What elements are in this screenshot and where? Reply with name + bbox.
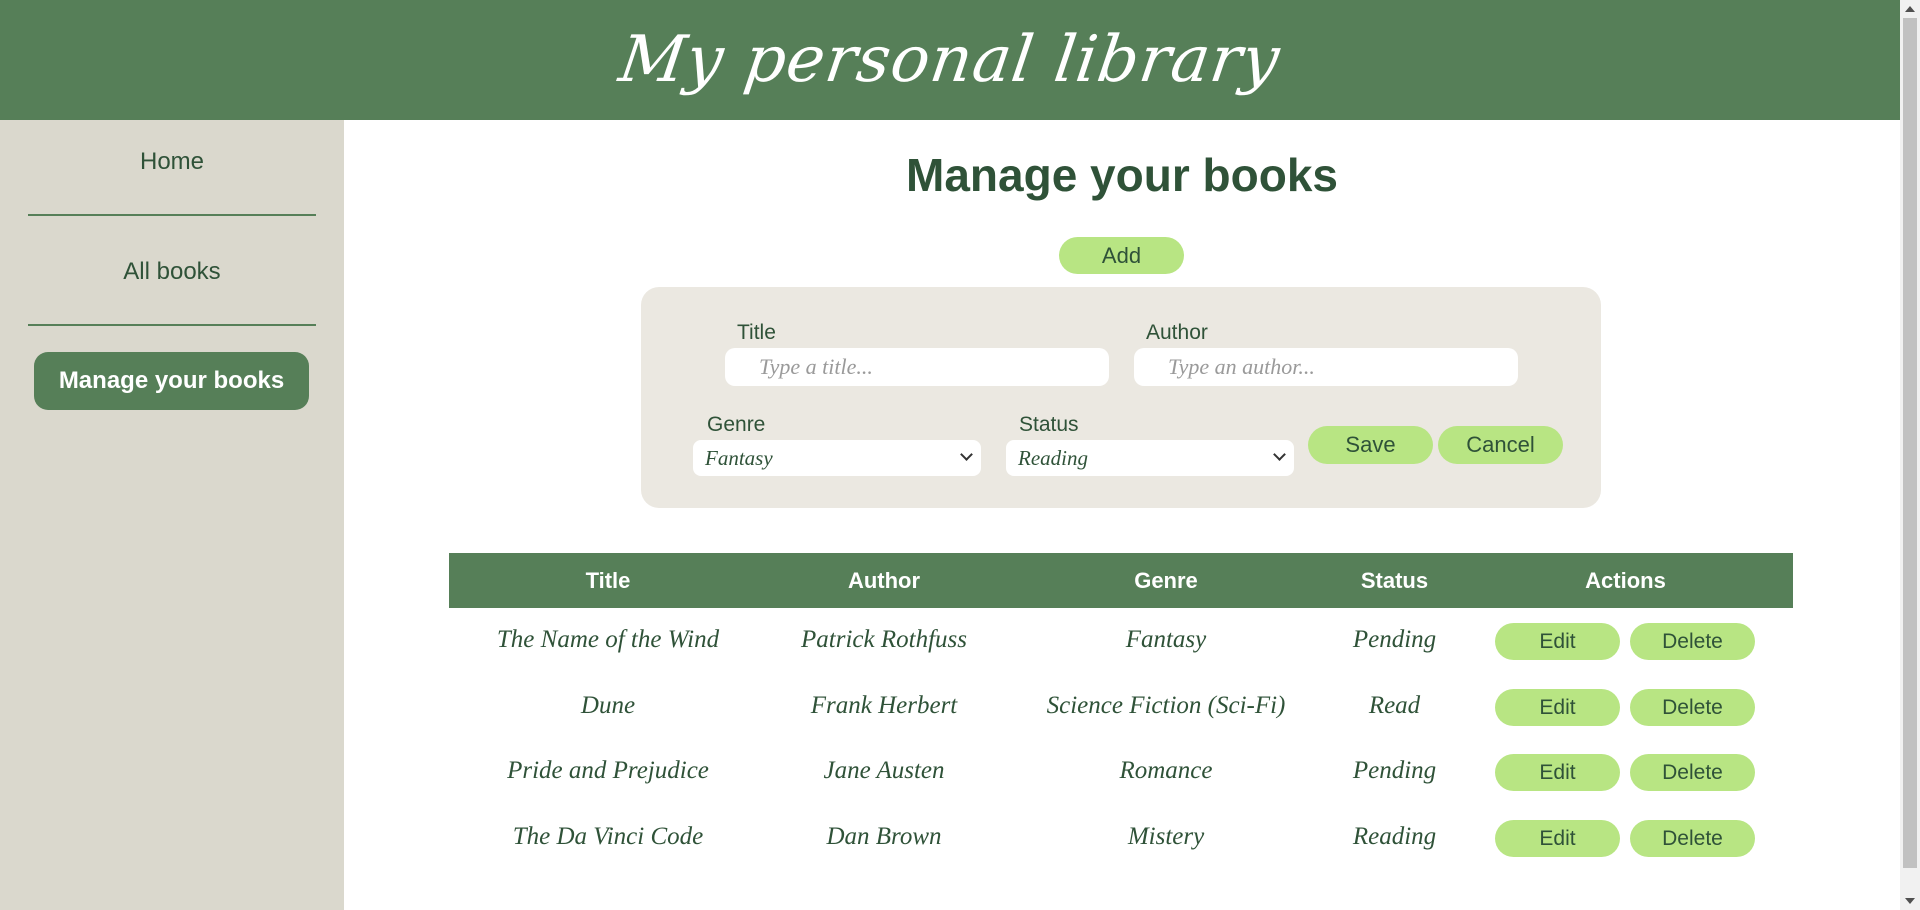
edit-button[interactable]: Edit [1495,754,1620,791]
title-label: Title [737,321,776,344]
cell-genre: Fantasy [1125,626,1207,653]
status-label: Status [1019,413,1079,436]
edit-button[interactable]: Edit [1495,623,1620,660]
sidebar-divider [28,324,316,326]
cell-author: Dan Brown [826,823,942,850]
genre-label: Genre [707,413,766,436]
delete-button[interactable]: Delete [1630,623,1755,660]
add-button[interactable]: Add [1059,237,1184,274]
cell-status: Pending [1352,626,1437,653]
scrollbar-thumb[interactable] [1903,18,1917,868]
app-title: My personal library [615,23,1285,97]
cell-author: Frank Herbert [810,692,958,719]
table-row: Pride and Prejudice Jane Austen Romance … [449,743,1793,799]
table-row: The Name of the Wind Patrick Rothfuss Fa… [449,612,1793,668]
genre-select[interactable]: Fantasy [693,440,981,476]
title-input[interactable] [725,348,1109,386]
chevron-down-icon [1273,448,1286,461]
book-form: Title Author Genre Fantasy Status Readin… [641,287,1601,508]
save-button[interactable]: Save [1308,426,1433,464]
cell-genre: Romance [1119,757,1213,784]
status-select-value: Reading [1018,445,1088,470]
cell-title: The Da Vinci Code [512,823,704,850]
table-row: Dune Frank Herbert Science Fiction (Sci-… [449,678,1793,734]
delete-button[interactable]: Delete [1630,689,1755,726]
column-header-title: Title [585,567,631,593]
sidebar-item-home[interactable]: Home [28,148,316,176]
cell-status: Read [1368,692,1421,719]
scroll-down-arrow-icon[interactable] [1905,898,1915,904]
column-header-genre: Genre [1134,567,1198,593]
author-label: Author [1146,321,1208,344]
page-title: Manage your books [906,149,1338,201]
edit-button[interactable]: Edit [1495,820,1620,857]
cell-author: Patrick Rothfuss [801,626,967,653]
vertical-scrollbar[interactable] [1900,0,1920,910]
cell-status: Reading [1352,823,1437,850]
edit-button[interactable]: Edit [1495,689,1620,726]
cell-genre: Science Fiction (Sci-Fi) [1046,692,1286,719]
column-header-author: Author [847,567,921,593]
status-select[interactable]: Reading [1006,440,1294,476]
genre-select-value: Fantasy [705,445,773,470]
cancel-button[interactable]: Cancel [1438,426,1563,464]
cell-author: Jane Austen [823,757,945,784]
scroll-up-arrow-icon[interactable] [1905,6,1915,12]
cell-status: Pending [1352,757,1437,784]
delete-button[interactable]: Delete [1630,754,1755,791]
table-header: Title Author Genre Status Actions [449,553,1793,608]
app-header: My personal library [0,0,1900,120]
sidebar: Home All books Manage your books [0,120,344,910]
cell-title: Dune [580,692,636,719]
cell-title: Pride and Prejudice [507,757,709,784]
delete-button[interactable]: Delete [1630,820,1755,857]
cell-title: The Name of the Wind [496,626,720,653]
cell-genre: Mistery [1127,823,1205,850]
sidebar-item-all-books[interactable]: All books [28,258,316,286]
table-row: The Da Vinci Code Dan Brown Mistery Read… [449,809,1793,865]
sidebar-divider [28,214,316,216]
author-input[interactable] [1134,348,1518,386]
sidebar-item-manage-books[interactable]: Manage your books [34,352,309,410]
column-header-actions: Actions [1585,567,1666,593]
column-header-status: Status [1360,567,1429,593]
chevron-down-icon [960,448,973,461]
